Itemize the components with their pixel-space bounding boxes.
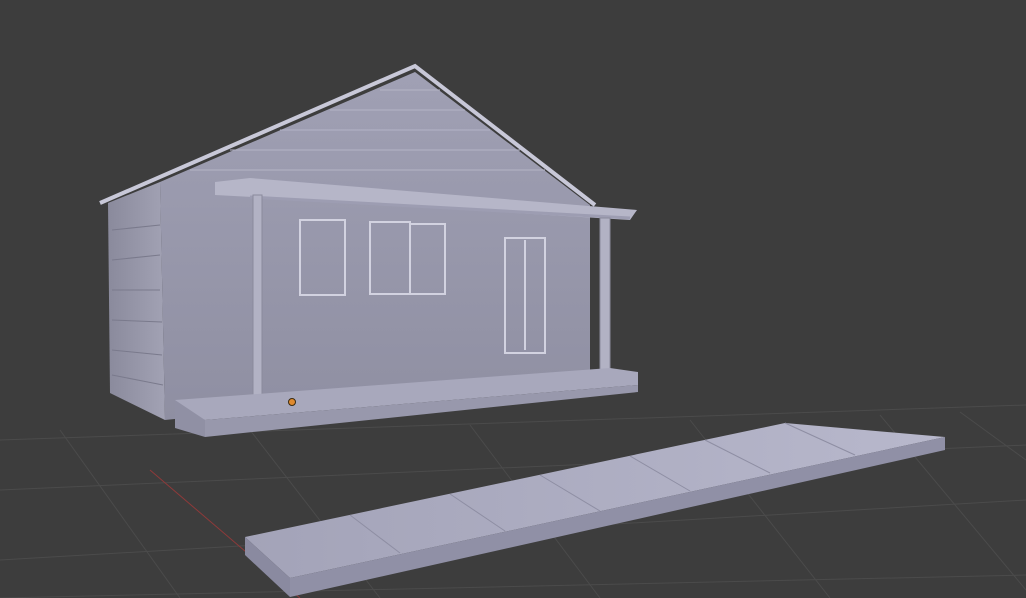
- origin-marker-icon: [288, 398, 296, 406]
- 3d-viewport[interactable]: [0, 0, 1026, 598]
